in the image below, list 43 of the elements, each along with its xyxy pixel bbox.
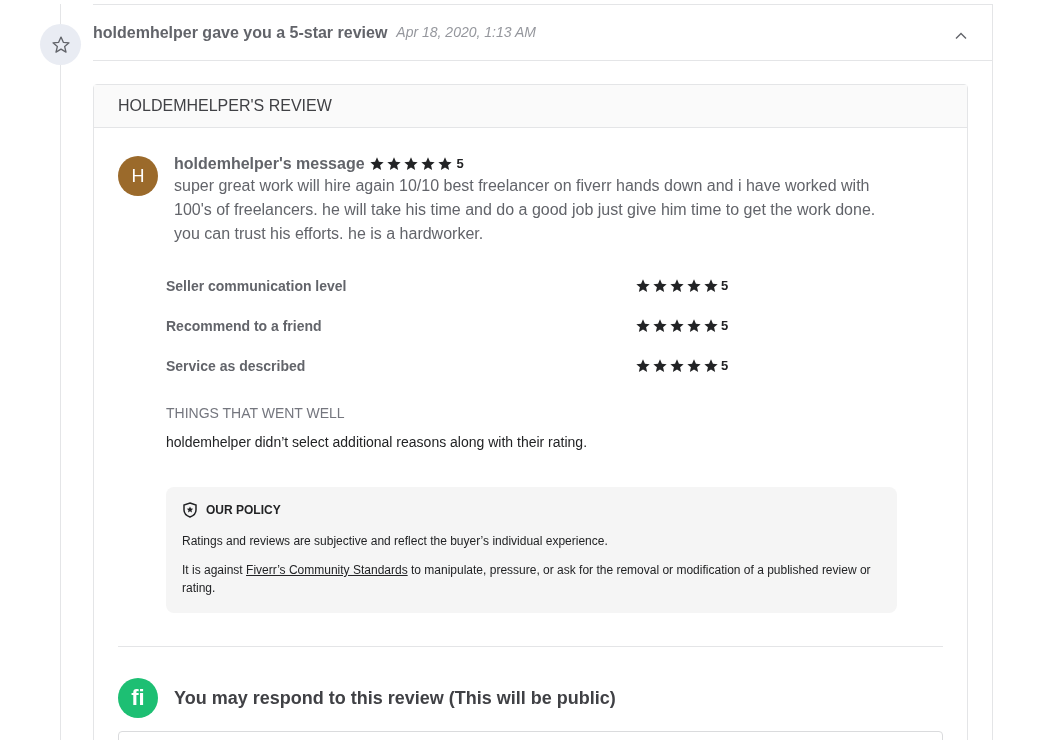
star-icon (669, 358, 685, 374)
activity-title: holdemhelper gave you a 5-star review (93, 22, 388, 43)
rating-score: 5 (456, 155, 464, 174)
review-message: super great work will hire again 10/10 best freelancer on fiverr hands down and i have worked with 100's of freelancers. he will take his time and do a good job just give him time to get the work done. you can trust his efforts. he is a hardworker. (174, 176, 877, 244)
policy-text: It is against Fiverr’s Community Standards to manipulate, pressure, or ask for the removal or modification of a published review or rating. (182, 562, 872, 597)
star-icon (635, 358, 651, 374)
rating-label: Seller communication level (166, 276, 348, 296)
star-icon (703, 318, 719, 334)
rating-label: Service as described (166, 356, 307, 376)
star-icon (686, 358, 702, 374)
star-icon (669, 278, 685, 294)
star-icon (419, 156, 436, 172)
rating-score: 5 (721, 357, 729, 376)
star-icon (436, 156, 453, 172)
star-icon (652, 318, 668, 334)
things-text: holdemhelper didn’t select additional reasons along with their rating. (166, 433, 589, 452)
star-icon (652, 358, 668, 374)
star-icon (635, 278, 651, 294)
shield-star-icon (182, 502, 198, 518)
star-icon (703, 358, 719, 374)
star-icon (686, 318, 702, 334)
community-standards-link[interactable]: Fiverr’s Community Standards (246, 563, 408, 577)
star-icon (703, 278, 719, 294)
rating-label: Recommend to a friend (166, 316, 323, 336)
review-heading: HOLDEMHELPER'S REVIEW (118, 96, 332, 116)
avatar: H (118, 156, 158, 196)
star-outline-icon (50, 34, 71, 55)
message-author: holdemhelper's message (174, 154, 365, 174)
policy-text: Ratings and reviews are subjective and reflect the buyer’s individual experience. (182, 533, 609, 550)
fiverr-logo: fi (118, 678, 158, 718)
respond-title: You may respond to this review (This will be public) (174, 686, 616, 710)
star-icon (385, 156, 402, 172)
star-icon (652, 278, 668, 294)
rating-score: 5 (721, 317, 729, 336)
activity-time: Apr 18, 2020, 1:13 AM (396, 23, 536, 42)
star-icon (635, 318, 651, 334)
rating-score: 5 (721, 277, 729, 296)
star-icon (669, 318, 685, 334)
section-heading: THINGS THAT WENT WELL (166, 404, 346, 423)
star-icon (368, 156, 385, 172)
policy-title: OUR POLICY (206, 502, 281, 519)
star-icon (686, 278, 702, 294)
star-icon (402, 156, 419, 172)
